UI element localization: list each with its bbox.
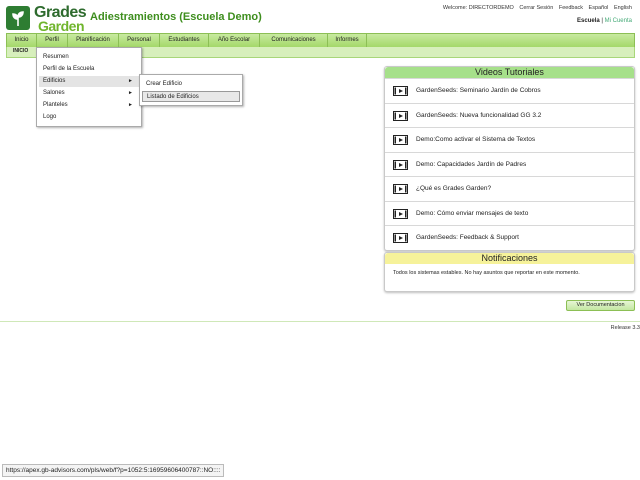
video-item[interactable]: ¿Qué es Grades Garden?: [385, 176, 634, 201]
video-item[interactable]: GardenSeeds: Nueva funcionalidad GG 3.2: [385, 102, 634, 128]
video-film-icon: [393, 86, 408, 96]
video-item[interactable]: Demo: Cómo enviar mensajes de texto: [385, 200, 634, 226]
notifications-panel-title: Notificaciones: [385, 253, 634, 264]
menu-item-salones[interactable]: Salones ►: [39, 88, 139, 99]
nav-ano-escolar[interactable]: Año Escolar: [209, 34, 260, 47]
submenu-arrow-icon: ►: [128, 102, 133, 108]
menu-item-logo[interactable]: Logo: [39, 112, 139, 123]
nav-comunicaciones[interactable]: Comunicaciones: [260, 34, 328, 47]
video-film-icon: [393, 233, 408, 243]
menu-item-label: Perfil de la Escuela: [43, 66, 95, 72]
release-label: Release 3.3: [610, 325, 640, 331]
menu-item-label: Logo: [43, 114, 57, 120]
videos-panel-title: Videos Tutoriales: [385, 67, 634, 78]
top-links: Welcome: DIRECTORDEMO Cerrar Sesión Feed…: [439, 5, 632, 11]
footer-divider: [0, 321, 640, 322]
grades-garden-logo[interactable]: Grades Garden: [6, 4, 87, 34]
notification-message: Todos los sistemas estables. No hay asun…: [393, 270, 580, 276]
sprout-icon: [6, 6, 30, 30]
user-links: Escuela | Mi Cuenta: [577, 18, 632, 24]
video-item[interactable]: Demo: Capacidades Jardín de Padres: [385, 151, 634, 177]
menu-item-label: Planteles: [43, 102, 68, 108]
menu-item-label: Resumen: [43, 54, 69, 60]
menu-item-planteles[interactable]: Planteles ►: [39, 100, 139, 111]
my-account-link[interactable]: Mi Cuenta: [605, 18, 632, 24]
menu-item-edificios[interactable]: Edificios ►: [39, 76, 139, 87]
main-nav: Inicio Perfil Planificación Personal Est…: [6, 33, 635, 48]
notifications-panel: Notificaciones Todos los sistemas establ…: [384, 252, 635, 292]
submenu-arrow-icon: ►: [128, 78, 133, 84]
video-item[interactable]: GardenSeeds: Seminario Jardín de Cobros: [385, 78, 634, 103]
video-title: GardenSeeds: Seminario Jardín de Cobros: [416, 87, 541, 94]
menu-item-resumen[interactable]: Resumen: [39, 52, 139, 63]
english-link[interactable]: English: [614, 5, 632, 11]
video-title: Demo: Cómo enviar mensajes de texto: [416, 209, 529, 217]
menu-item-listado-edificios[interactable]: Listado de Edificios: [142, 91, 240, 102]
spanish-link[interactable]: Español: [589, 5, 609, 11]
nav-informes[interactable]: Informes: [328, 34, 367, 47]
ver-documentacion-button[interactable]: Ver Documentacion: [566, 300, 635, 311]
menu-item-label: Edificios: [43, 78, 66, 84]
perfil-dropdown-menu: Resumen Perfil de la Escuela Edificios ► …: [36, 47, 142, 127]
video-item[interactable]: Demo:Como activar el Sistema de Textos: [385, 127, 634, 152]
video-title: Demo:Como activar el Sistema de Textos: [416, 136, 536, 143]
menu-item-crear-edificio[interactable]: Crear Edificio: [142, 79, 240, 90]
menu-item-perfil-escuela[interactable]: Perfil de la Escuela: [39, 64, 139, 75]
video-film-icon: [393, 110, 408, 121]
edificios-submenu: Crear Edificio Listado de Edificios: [139, 74, 243, 106]
nav-estudiantes[interactable]: Estudiantes: [160, 34, 209, 47]
video-film-icon: [393, 208, 408, 219]
video-title: GardenSeeds: Nueva funcionalidad GG 3.2: [416, 111, 542, 119]
browser-status-url: https://apex.gb-advisors.com/pls/web/f?p…: [2, 464, 225, 477]
logo-text-garden: Garden: [38, 18, 85, 34]
user-links-separator: |: [601, 18, 603, 24]
video-title: GardenSeeds: Feedback & Support: [416, 234, 519, 241]
welcome-text: Welcome: DIRECTORDEMO: [442, 5, 514, 11]
feedback-link[interactable]: Feedback: [559, 5, 583, 11]
breadcrumb-inicio[interactable]: INICIO: [13, 48, 28, 54]
nav-personal[interactable]: Personal: [119, 34, 160, 47]
nav-inicio[interactable]: Inicio: [7, 34, 37, 47]
video-title: Demo: Capacidades Jardín de Padres: [416, 160, 527, 168]
submenu-arrow-icon: ►: [128, 90, 133, 96]
videos-panel: Videos Tutoriales GardenSeeds: Seminario…: [384, 66, 635, 251]
nav-planificacion[interactable]: Planificación: [68, 34, 119, 47]
video-title: ¿Qué es Grades Garden?: [416, 185, 492, 192]
video-film-icon: [393, 159, 408, 170]
video-item[interactable]: GardenSeeds: Feedback & Support: [385, 225, 634, 250]
logout-link[interactable]: Cerrar Sesión: [519, 5, 553, 11]
menu-item-label: Salones: [43, 90, 65, 96]
video-film-icon: [393, 135, 408, 145]
school-link[interactable]: Escuela: [577, 18, 600, 24]
nav-perfil[interactable]: Perfil: [37, 34, 68, 47]
page-title: Adiestramientos (Escuela Demo): [90, 11, 262, 23]
video-film-icon: [393, 184, 408, 194]
